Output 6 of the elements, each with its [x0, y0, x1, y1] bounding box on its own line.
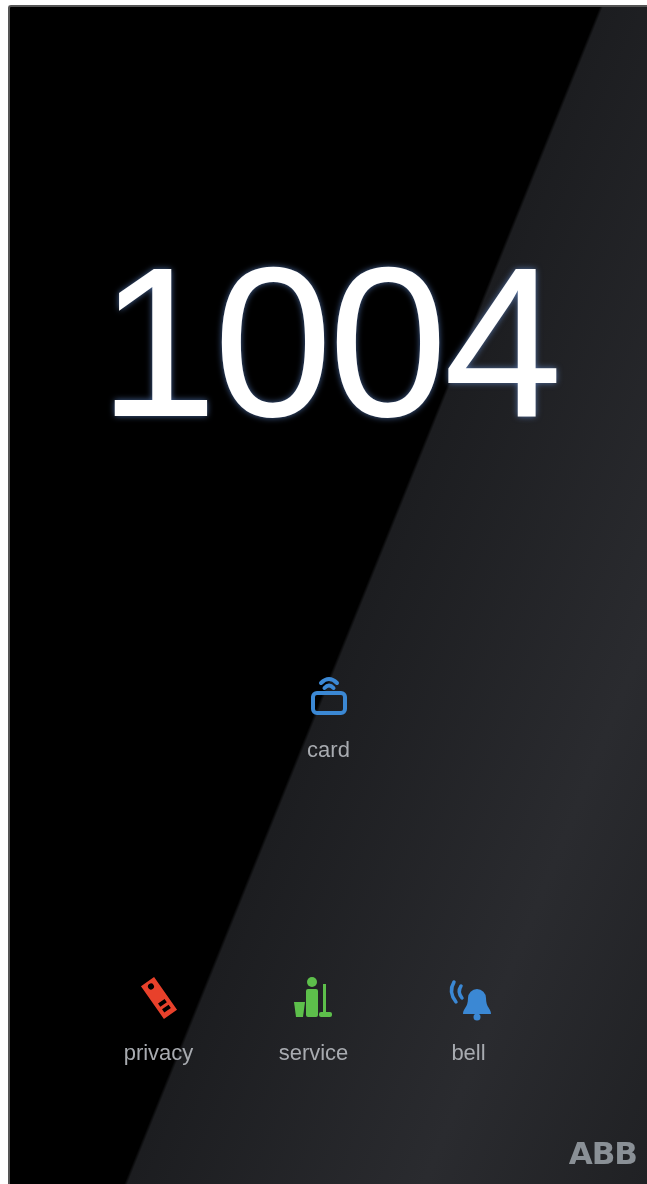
bell-button[interactable]: bell	[411, 974, 526, 1069]
card-button[interactable]: card	[273, 671, 384, 766]
logo: ABB	[568, 1133, 637, 1173]
service-button[interactable]: service	[256, 974, 371, 1069]
room-number: 1004	[97, 235, 560, 449]
privacy-button[interactable]: privacy	[101, 974, 216, 1069]
